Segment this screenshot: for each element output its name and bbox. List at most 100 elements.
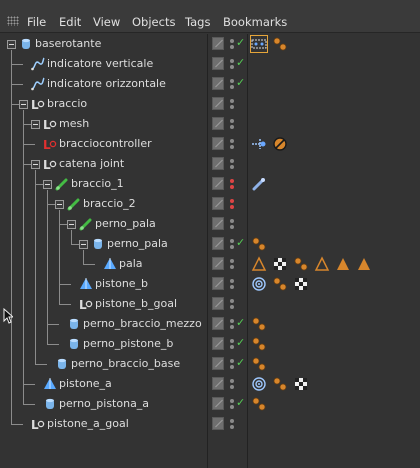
editor-visibility-dot[interactable] (230, 179, 234, 183)
object-row[interactable]: perno_braccio_mezzo ✓ (0, 314, 420, 334)
menu-file[interactable]: File (27, 15, 46, 29)
object-name[interactable]: catena joint (59, 157, 124, 170)
object-name[interactable]: mesh (59, 117, 89, 130)
editor-visibility-dot[interactable] (230, 359, 234, 363)
collapse-toggle-icon[interactable] (79, 240, 88, 249)
collapse-toggle-icon[interactable] (19, 100, 28, 109)
editor-visibility-dot[interactable] (230, 299, 234, 303)
render-visibility-dot[interactable] (230, 145, 234, 149)
checker-tag-icon[interactable] (293, 376, 309, 392)
render-visibility-dot[interactable] (230, 245, 234, 249)
checker-tag-icon[interactable] (293, 276, 309, 292)
editor-visibility-dot[interactable] (230, 139, 234, 143)
object-row[interactable]: pistone_a (0, 374, 420, 394)
object-name[interactable]: braccio_1 (71, 177, 124, 190)
editor-visibility-dot[interactable] (230, 399, 234, 403)
editor-visibility-dot[interactable] (230, 119, 234, 123)
object-row[interactable]: indicatore orizzontale ✓ (0, 74, 420, 94)
constraint-tag-icon[interactable] (251, 136, 267, 152)
layer-icon[interactable] (212, 97, 224, 110)
layer-icon[interactable] (212, 157, 224, 170)
object-row[interactable]: Lcatena joint (0, 154, 420, 174)
layer-icon[interactable] (212, 217, 224, 230)
layer-icon[interactable] (212, 117, 224, 130)
layer-icon[interactable] (212, 237, 224, 250)
material-tag-icon[interactable] (272, 276, 288, 292)
material-tag-icon[interactable] (272, 376, 288, 392)
layer-icon[interactable] (212, 137, 224, 150)
object-name[interactable]: perno_braccio_base (71, 357, 180, 370)
collapse-toggle-icon[interactable] (55, 200, 64, 209)
enabled-check-icon[interactable]: ✓ (236, 56, 245, 69)
editor-visibility-dot[interactable] (230, 239, 234, 243)
editor-visibility-dot[interactable] (230, 79, 234, 83)
editor-visibility-dot[interactable] (230, 159, 234, 163)
object-name[interactable]: pistone_a_goal (47, 417, 129, 430)
material-tag-icon[interactable] (251, 236, 267, 252)
object-row[interactable]: perno_braccio_base ✓ (0, 354, 420, 374)
object-name[interactable]: indicatore verticale (47, 57, 153, 70)
object-row[interactable]: baserotante ✓ (0, 34, 420, 54)
render-visibility-dot[interactable] (230, 105, 234, 109)
object-name[interactable]: pistone_b_goal (95, 297, 177, 310)
material-tag-icon[interactable] (251, 336, 267, 352)
material-tag-icon[interactable] (293, 256, 309, 272)
render-visibility-dot[interactable] (230, 365, 234, 369)
object-row[interactable]: Lbracciocontroller (0, 134, 420, 154)
enabled-check-icon[interactable]: ✓ (236, 76, 245, 89)
object-row[interactable]: Lmesh (0, 114, 420, 134)
editor-visibility-dot[interactable] (230, 379, 234, 383)
object-name[interactable]: perno_pistona_a (59, 397, 149, 410)
enabled-check-icon[interactable]: ✓ (236, 316, 245, 329)
object-name[interactable]: perno_pistone_b (83, 337, 173, 350)
editor-visibility-dot[interactable] (230, 339, 234, 343)
object-row[interactable]: perno_pistone_b ✓ (0, 334, 420, 354)
menu-view[interactable]: View (93, 15, 120, 29)
layer-icon[interactable] (212, 297, 224, 310)
layer-icon[interactable] (212, 197, 224, 210)
object-name[interactable]: perno_braccio_mezzo (83, 317, 202, 330)
rig-tag-icon[interactable] (250, 35, 268, 53)
layer-icon[interactable] (212, 57, 224, 70)
object-name[interactable]: bracciocontroller (59, 137, 152, 150)
collapse-toggle-icon[interactable] (31, 160, 40, 169)
layer-icon[interactable] (212, 177, 224, 190)
object-row[interactable]: braccio_2 (0, 194, 420, 214)
menu-edit[interactable]: Edit (59, 15, 81, 29)
menu-bookmarks[interactable]: Bookmarks (223, 15, 287, 29)
checker-tag-icon[interactable] (272, 256, 288, 272)
object-row[interactable]: indicatore verticale ✓ (0, 54, 420, 74)
render-visibility-dot[interactable] (230, 285, 234, 289)
collapse-toggle-icon[interactable] (67, 220, 76, 229)
layer-icon[interactable] (212, 257, 224, 270)
editor-visibility-dot[interactable] (230, 419, 234, 423)
panel-grip-icon[interactable] (7, 16, 19, 26)
editor-visibility-dot[interactable] (230, 99, 234, 103)
render-visibility-dot[interactable] (230, 305, 234, 309)
object-row[interactable]: Lpistone_b_goal (0, 294, 420, 314)
target-tag-icon[interactable] (251, 276, 267, 292)
target-tag-icon[interactable] (251, 376, 267, 392)
layer-icon[interactable] (212, 377, 224, 390)
ik-tag-icon[interactable] (251, 176, 267, 192)
stop-tag-icon[interactable] (272, 136, 288, 152)
phong-tag-icon[interactable] (251, 256, 267, 272)
menu-tags[interactable]: Tags (185, 15, 210, 29)
filled-triangle-tag-icon[interactable] (356, 256, 372, 272)
object-row[interactable]: perno_pistona_a ✓ (0, 394, 420, 414)
render-visibility-dot[interactable] (230, 325, 234, 329)
layer-icon[interactable] (212, 337, 224, 350)
render-visibility-dot[interactable] (230, 65, 234, 69)
editor-visibility-dot[interactable] (230, 319, 234, 323)
object-name[interactable]: perno_pala (107, 237, 168, 250)
object-row[interactable]: perno_pala ✓ (0, 234, 420, 254)
layer-icon[interactable] (212, 397, 224, 410)
layer-icon[interactable] (212, 37, 224, 50)
render-visibility-dot[interactable] (230, 385, 234, 389)
material-tag-icon[interactable] (251, 316, 267, 332)
object-row[interactable]: pistone_b (0, 274, 420, 294)
render-visibility-dot[interactable] (230, 85, 234, 89)
object-name[interactable]: indicatore orizzontale (47, 77, 166, 90)
collapse-toggle-icon[interactable] (7, 40, 16, 49)
menu-objects[interactable]: Objects (132, 15, 175, 29)
